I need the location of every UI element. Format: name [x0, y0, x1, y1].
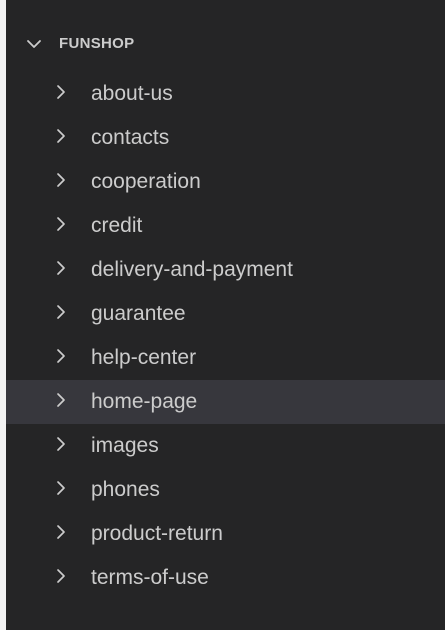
chevron-right-icon — [57, 349, 65, 363]
folder-label: contacts — [91, 126, 170, 149]
chevron-right-icon — [57, 437, 65, 451]
folder-label: credit — [91, 214, 143, 237]
folder-label: product-return — [91, 522, 223, 545]
folder-label: guarantee — [91, 302, 186, 325]
folder-tree: about-us contacts cooperation credit del… — [6, 72, 445, 600]
chevron-right-icon — [57, 569, 65, 583]
folder-item-cooperation[interactable]: cooperation — [6, 160, 445, 204]
workspace-section-header[interactable]: FUNSHOP — [6, 28, 445, 60]
chevron-down-icon — [27, 40, 41, 48]
folder-item-terms-of-use[interactable]: terms-of-use — [6, 556, 445, 600]
folder-item-guarantee[interactable]: guarantee — [6, 292, 445, 336]
folder-label: images — [91, 434, 159, 457]
chevron-right-icon — [57, 129, 65, 143]
folder-label: home-page — [91, 390, 198, 413]
folder-item-about-us[interactable]: about-us — [6, 72, 445, 116]
chevron-right-icon — [57, 173, 65, 187]
chevron-right-icon — [57, 393, 65, 407]
folder-item-product-return[interactable]: product-return — [6, 512, 445, 556]
folder-item-contacts[interactable]: contacts — [6, 116, 445, 160]
folder-item-phones[interactable]: phones — [6, 468, 445, 512]
chevron-right-icon — [57, 305, 65, 319]
chevron-right-icon — [57, 525, 65, 539]
folder-label: about-us — [91, 82, 173, 105]
chevron-right-icon — [57, 217, 65, 231]
folder-label: help-center — [91, 346, 197, 369]
folder-item-help-center[interactable]: help-center — [6, 336, 445, 380]
folder-label: terms-of-use — [91, 566, 209, 589]
folder-item-delivery-and-payment[interactable]: delivery-and-payment — [6, 248, 445, 292]
chevron-right-icon — [57, 481, 65, 495]
chevron-right-icon — [57, 85, 65, 99]
folder-item-images[interactable]: images — [6, 424, 445, 468]
file-explorer-panel: FUNSHOP about-us contacts cooperation cr… — [6, 0, 445, 630]
folder-label: phones — [91, 478, 160, 501]
folder-label: delivery-and-payment — [91, 258, 293, 281]
folder-item-credit[interactable]: credit — [6, 204, 445, 248]
folder-label: cooperation — [91, 170, 201, 193]
chevron-right-icon — [57, 261, 65, 275]
folder-item-home-page[interactable]: home-page — [6, 380, 445, 424]
workspace-title: FUNSHOP — [59, 35, 135, 52]
